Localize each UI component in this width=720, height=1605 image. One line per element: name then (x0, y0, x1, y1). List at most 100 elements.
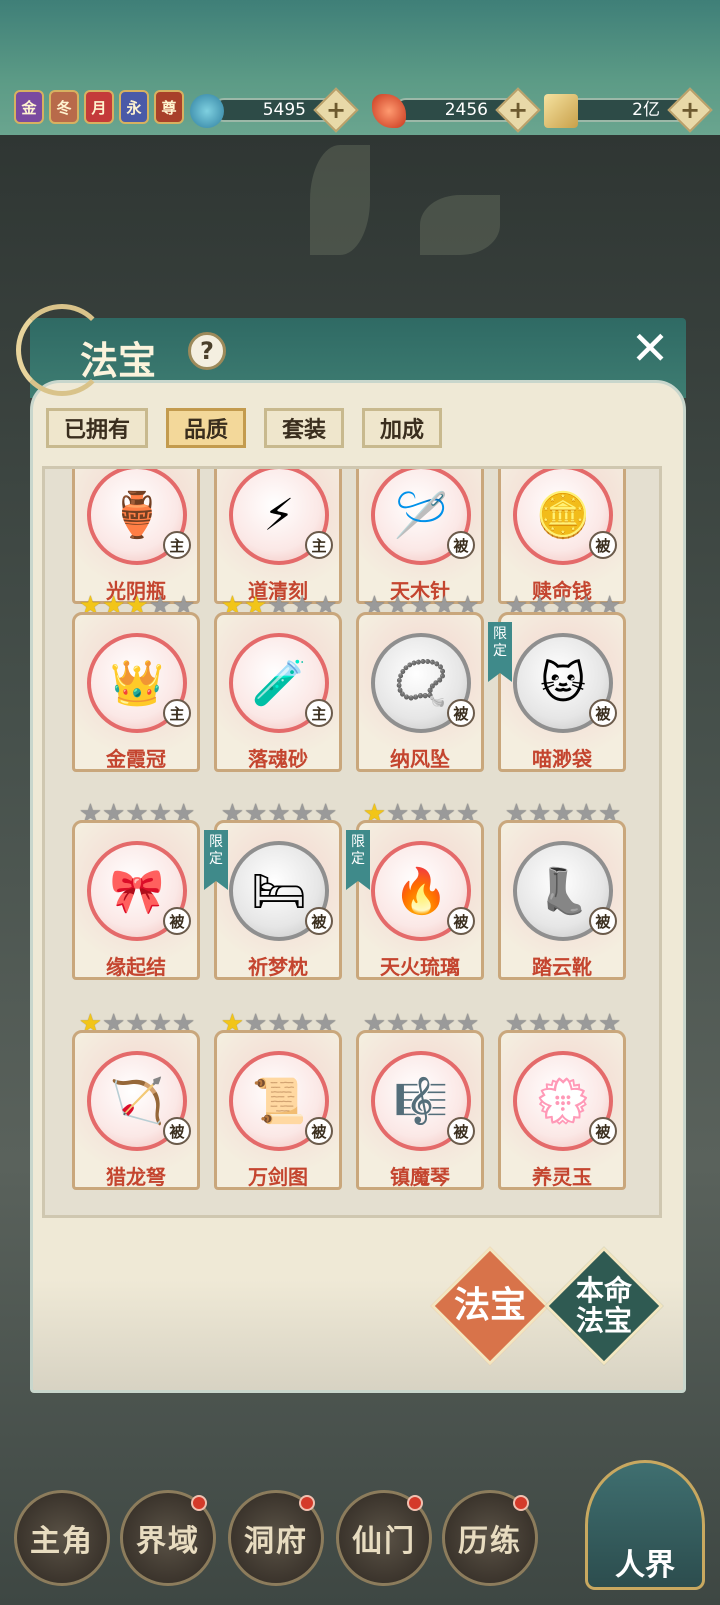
item-type-badge: 被 (163, 907, 191, 935)
nav-item-label: 主角 (30, 1524, 94, 1559)
item-frame: 🎀 被缘起结 (72, 820, 200, 980)
item-frame: 🏹 被猎龙弩 (72, 1030, 200, 1190)
item-frame: ⚡ 主道清刻 (214, 469, 342, 604)
item-card[interactable]: ★ ★ ★ ★ ★ 👑 主金霞冠 (72, 593, 200, 774)
close-button[interactable]: ✕ (630, 325, 670, 371)
vip-badge[interactable]: 金 (14, 90, 44, 124)
notification-dot (299, 1495, 315, 1511)
item-card[interactable]: ★ ★ ★ ★ ★ 📜 被万剑图 (214, 1011, 342, 1192)
item-card[interactable]: ⚡ 主道清刻 (214, 469, 342, 606)
item-type-badge: 被 (163, 1117, 191, 1145)
item-type-badge: 被 (447, 699, 475, 727)
nav-item-2[interactable]: 洞府 (228, 1490, 324, 1586)
item-frame: 🏺 主光阴瓶 (72, 469, 200, 604)
item-card[interactable]: ★ ★ ★ ★ ★ 🧪 主落魂砂 (214, 593, 342, 774)
help-button[interactable]: ? (188, 332, 226, 370)
item-type-badge: 被 (305, 907, 333, 935)
item-type-badge: 被 (447, 1117, 475, 1145)
item-card[interactable]: ★ ★ ★ ★ ★ 🔥 被天火琉璃 限定 (346, 801, 484, 982)
item-frame: 🧪 主落魂砂 (214, 612, 342, 772)
item-name: 镇魔琴 (390, 1165, 450, 1189)
item-frame: 📿 被纳风坠 (356, 612, 484, 772)
nav-item-1[interactable]: 界域 (120, 1490, 216, 1586)
item-name: 养灵玉 (532, 1165, 592, 1189)
vip-badges: 金冬月永尊 (14, 90, 184, 124)
item-type-badge: 被 (447, 907, 475, 935)
item-type-badge: 主 (163, 699, 191, 727)
nav-item-4[interactable]: 历练 (442, 1490, 538, 1586)
item-card[interactable]: 🪙 被赎命钱 (498, 469, 626, 606)
item-name: 纳风坠 (390, 747, 450, 771)
notification-dot (513, 1495, 529, 1511)
item-card[interactable]: 🪡 被天木针 (356, 469, 484, 606)
item-frame: 🐱 被喵渺袋 (498, 612, 626, 772)
vip-badge[interactable]: 永 (119, 90, 149, 124)
item-type-badge: 主 (305, 531, 333, 559)
limited-ribbon: 限定 (204, 830, 228, 890)
item-type-badge: 被 (447, 531, 475, 559)
item-frame: 🎼 被镇魔琴 (356, 1030, 484, 1190)
nav-item-label: 洞府 (244, 1524, 308, 1559)
gold-scroll-icon (544, 94, 578, 128)
item-name: 金霞冠 (106, 747, 166, 771)
item-name: 踏云靴 (532, 955, 592, 979)
item-type-badge: 被 (589, 1117, 617, 1145)
vip-badge[interactable]: 冬 (49, 90, 79, 124)
item-name: 万剑图 (248, 1165, 308, 1189)
vip-badge[interactable]: 尊 (154, 90, 184, 124)
filter-tabs: 已拥有 品质 套装 加成 (46, 408, 443, 448)
nav-item-label: 历练 (458, 1524, 522, 1559)
jade-swirl-icon (190, 94, 224, 128)
item-frame: 💮 被养灵玉 (498, 1030, 626, 1190)
item-name: 缘起结 (106, 955, 166, 979)
item-name: 喵渺袋 (532, 747, 592, 771)
realm-label: 人界 (615, 1548, 675, 1583)
realm-gate-button[interactable]: 人界 (575, 1440, 715, 1600)
item-card[interactable]: ★ ★ ★ ★ ★ 🐱 被喵渺袋 限定 (488, 593, 626, 774)
tab-2[interactable]: 套装 (264, 408, 345, 448)
item-grid[interactable]: 🏺 主光阴瓶 ⚡ 主道清刻 🪡 被天木针 🪙 被赎命钱 ★ ★ ★ ★ ★ 👑 主金霞冠 ★ ★ ★ ★ ★ 🧪 主落魂砂… (42, 466, 662, 1218)
tab-3[interactable]: 加成 (362, 408, 443, 448)
item-card[interactable]: ★ ★ ★ ★ ★ 🎼 被镇魔琴 (356, 1011, 484, 1192)
item-name: 祈梦枕 (248, 955, 308, 979)
item-type-badge: 被 (305, 1117, 333, 1145)
item-type-badge: 主 (305, 699, 333, 727)
benming-fabao-label: 本命 法宝 (575, 1274, 632, 1337)
panel-title: 法宝 (80, 338, 157, 383)
item-frame: 🛏 被祈梦枕 (214, 820, 342, 980)
vip-badge[interactable]: 月 (84, 90, 114, 124)
item-frame: 📜 被万剑图 (214, 1030, 342, 1190)
item-card[interactable]: ★ ★ ★ ★ ★ 🏹 被猎龙弩 (72, 1011, 200, 1192)
tab-1[interactable]: 品质 (166, 408, 247, 448)
leaf-decoration (420, 195, 500, 255)
nav-item-label: 仙门 (352, 1524, 416, 1559)
limited-ribbon: 限定 (488, 622, 512, 682)
nav-item-3[interactable]: 仙门 (336, 1490, 432, 1586)
item-type-badge: 主 (163, 531, 191, 559)
item-card[interactable]: ★ ★ ★ ★ ★ 🎀 被缘起结 (72, 801, 200, 982)
item-frame: 🪡 被天木针 (356, 469, 484, 604)
fabao-button-label: 法宝 (453, 1285, 526, 1326)
tab-0[interactable]: 已拥有 (46, 408, 149, 448)
item-frame: 🔥 被天火琉璃 (356, 820, 484, 980)
fabao-panel: 法宝 ? ✕ 已拥有 品质 套装 加成 🏺 主光阴瓶 ⚡ 主道清刻 🪡 被天木针 🪙 被赎命钱 ★ ★ ★… (16, 304, 686, 1393)
item-name: 猎龙弩 (106, 1165, 166, 1189)
notification-dot (191, 1495, 207, 1511)
item-card[interactable]: ★ ★ ★ ★ ★ 👢 被踏云靴 (498, 801, 626, 982)
item-type-badge: 被 (589, 907, 617, 935)
nav-item-0[interactable]: 主角 (14, 1490, 110, 1586)
item-type-badge: 被 (589, 531, 617, 559)
item-frame: 👑 主金霞冠 (72, 612, 200, 772)
item-frame: 👢 被踏云靴 (498, 820, 626, 980)
item-card[interactable]: ★ ★ ★ ★ ★ 📿 被纳风坠 (356, 593, 484, 774)
item-frame: 🪙 被赎命钱 (498, 469, 626, 604)
item-card[interactable]: 🏺 主光阴瓶 (72, 469, 200, 606)
item-name: 天火琉璃 (380, 955, 460, 979)
nav-item-label: 界域 (136, 1524, 200, 1559)
item-card[interactable]: ★ ★ ★ ★ ★ 🛏 被祈梦枕 限定 (204, 801, 342, 982)
item-card[interactable]: ★ ★ ★ ★ ★ 💮 被养灵玉 (498, 1011, 626, 1192)
item-name: 落魂砂 (248, 747, 308, 771)
limited-ribbon: 限定 (346, 830, 370, 890)
item-type-badge: 被 (589, 699, 617, 727)
leaf-decoration (310, 145, 370, 255)
